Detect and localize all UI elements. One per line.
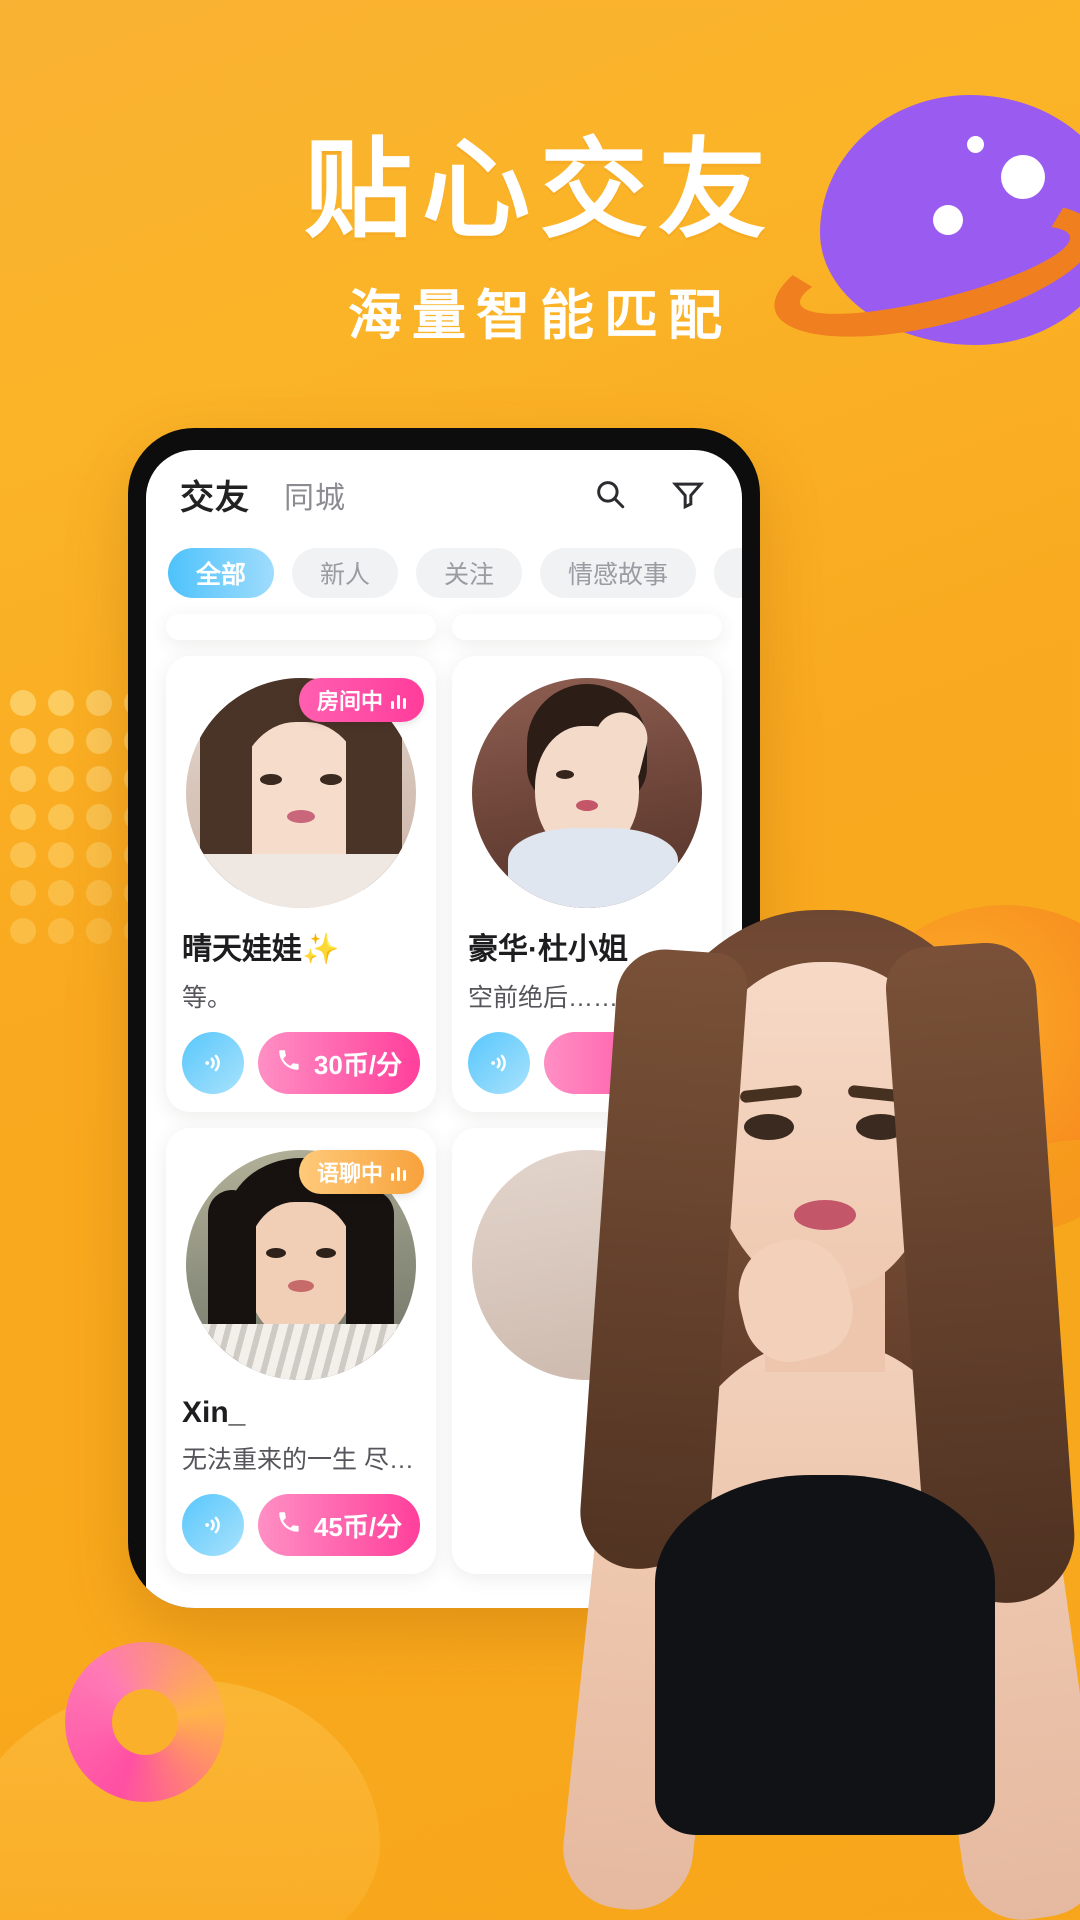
call-price-button[interactable]: [544, 1032, 706, 1094]
audio-wave-icon: [391, 691, 406, 709]
chip-newcomer[interactable]: 新人: [292, 548, 399, 598]
phone-icon: [276, 1047, 302, 1080]
user-card[interactable]: 房间中 晴天娃娃✨ 等。 30币/分: [166, 656, 436, 1112]
promo-title: 贴心交友: [303, 129, 776, 250]
filter-icon[interactable]: [668, 474, 708, 514]
user-card[interactable]: 语聊中 Xin_ 无法重来的一生 尽量快乐: [166, 1128, 436, 1574]
avatar-wrap: 房间中: [182, 672, 424, 908]
avatar-wrap: [468, 672, 706, 908]
chip-emotion-story[interactable]: 情感故事: [540, 548, 697, 598]
phone-mockup: 交友 同城 全部 新人 关注 情感故事 房间中 晴天娃娃✨ 等。 30币/分 豪…: [128, 428, 760, 1608]
voice-wave-icon[interactable]: [468, 1032, 530, 1094]
card-actions: [468, 1032, 706, 1094]
app-header: 交友 同城: [146, 450, 742, 538]
search-icon[interactable]: [590, 474, 630, 514]
user-name: 豪华·杜小姐: [468, 933, 628, 966]
avatar: [472, 1150, 702, 1380]
card-actions: 30币/分: [182, 1032, 420, 1094]
status-badge: 房间中: [298, 678, 424, 722]
call-price-button[interactable]: 30币/分: [258, 1032, 420, 1094]
avatar-wrap: [468, 1144, 706, 1380]
chip-daily-chat[interactable]: 日常聊天: [714, 548, 742, 598]
chip-following[interactable]: 关注: [416, 548, 523, 598]
call-price-button[interactable]: 45币/分: [258, 1494, 420, 1556]
audio-wave-icon: [391, 1163, 406, 1181]
user-name: 晴天娃娃✨: [182, 933, 340, 966]
promo-headline: 贴心交友 海量智能匹配: [0, 129, 1080, 350]
card-actions: 45币/分: [182, 1494, 420, 1556]
chip-all[interactable]: 全部: [168, 548, 275, 598]
status-badge: 语聊中: [298, 1150, 424, 1194]
app-screen: 交友 同城 全部 新人 关注 情感故事 房间中 晴天娃娃✨ 等。 30币/分 豪…: [146, 450, 742, 1608]
avatar-wrap: 语聊中: [182, 1144, 424, 1380]
phone-icon: [276, 1509, 302, 1542]
status-badge-label: 房间中: [316, 689, 383, 714]
header-actions: [590, 474, 708, 514]
card-clipped-top[interactable]: [452, 614, 722, 640]
pink-ring-decoration: [65, 1642, 225, 1802]
tab-tongcheng[interactable]: 同城: [284, 473, 346, 519]
call-price-label: 30币/分: [313, 1049, 403, 1080]
tab-jiaoyou[interactable]: 交友: [180, 470, 250, 519]
header-tabs: 交友 同城: [180, 470, 590, 519]
promo-subtitle: 海量智能匹配: [348, 285, 732, 346]
filter-chip-row[interactable]: 全部 新人 关注 情感故事 日常聊天: [146, 538, 742, 612]
call-price-label: 45币/分: [313, 1511, 403, 1542]
user-desc: 无法重来的一生 尽量快乐: [182, 1446, 420, 1474]
user-desc: 等。: [182, 984, 233, 1012]
user-card-feed: 房间中 晴天娃娃✨ 等。 30币/分 豪华·杜小姐 空前绝后……秒挂拉 语聊中 …: [146, 614, 742, 1574]
user-card[interactable]: [452, 1128, 722, 1574]
card-clipped-top[interactable]: [166, 614, 436, 640]
user-name: Xin_: [182, 1396, 246, 1429]
voice-wave-icon[interactable]: [182, 1032, 244, 1094]
status-badge-label: 语聊中: [316, 1161, 383, 1186]
user-desc: 空前绝后……秒挂拉黑！: [468, 984, 706, 1012]
user-card[interactable]: 豪华·杜小姐 空前绝后……秒挂拉黑！: [452, 656, 722, 1112]
voice-wave-icon[interactable]: [182, 1494, 244, 1556]
avatar: [472, 678, 702, 908]
